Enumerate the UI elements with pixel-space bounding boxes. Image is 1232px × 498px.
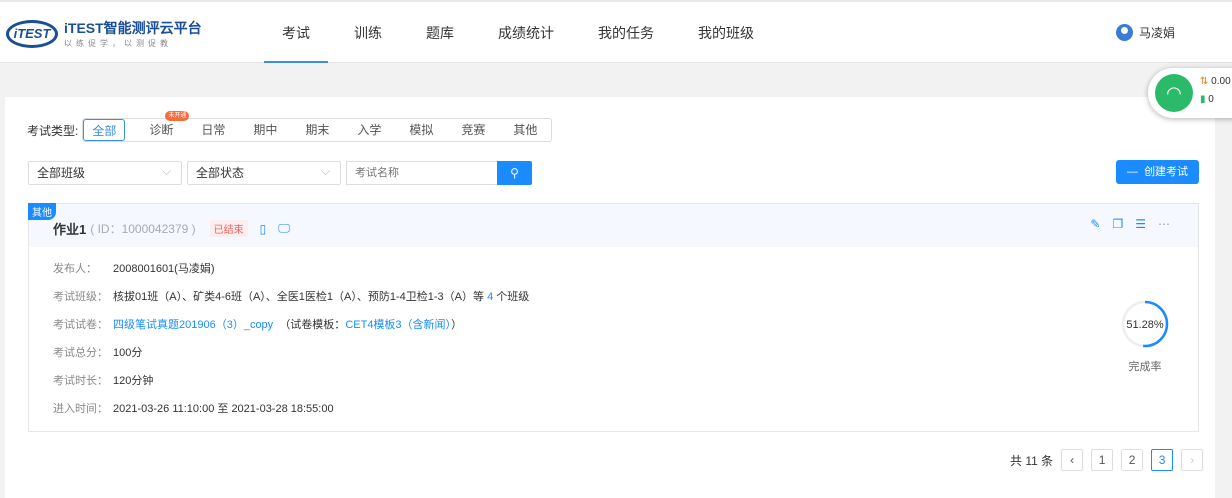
- type-contest[interactable]: 竞赛: [447, 119, 499, 141]
- paper-label: 考试试卷：: [53, 319, 108, 331]
- total-count: 共 11 条: [1010, 453, 1054, 468]
- type-label: 考试类型:: [27, 123, 79, 138]
- desktop-icon: 🖵: [278, 221, 290, 235]
- exam-card: 其他 作业1 ( ID：1000042379 ) 已结束 ▯ 🖵 ✎ ❐ ☰ ⋯…: [28, 203, 1199, 432]
- type-midterm[interactable]: 期中: [239, 119, 291, 141]
- top-header: iTEST iTEST智能测评云平台 以练促学，以测促教 考试 训练 题库 成绩…: [0, 0, 1232, 63]
- nav-training[interactable]: 训练: [336, 2, 400, 63]
- create-exam-label: 创建考试: [1144, 166, 1189, 178]
- time-label: 进入时间：: [53, 403, 108, 415]
- network-speed: 0.00: [1211, 76, 1231, 87]
- exam-name-search-input[interactable]: [346, 161, 497, 185]
- template-prefix: （试卷模板：: [279, 319, 346, 331]
- user-name: 马凌娟: [1139, 26, 1176, 40]
- type-final[interactable]: 期末: [291, 119, 343, 141]
- mobile-icon: ▯: [259, 221, 267, 236]
- time-value: 2021-03-26 11:10:00 至 2021-03-28 18:55:0…: [113, 403, 334, 415]
- status-select[interactable]: 全部状态: [187, 160, 341, 185]
- duration-value: 120分钟: [113, 375, 154, 387]
- network-widget[interactable]: ◠ ⇅ 0.00 ▮ 0: [1148, 68, 1232, 118]
- type-mock[interactable]: 模拟: [395, 119, 447, 141]
- copy-icon[interactable]: ❐: [1112, 217, 1123, 231]
- page-1[interactable]: 1: [1091, 449, 1114, 471]
- completion-percent: 51.28%: [1126, 319, 1164, 331]
- page-3[interactable]: 3: [1151, 449, 1174, 471]
- status-badge: 已结束: [209, 220, 248, 237]
- nav-my-tasks[interactable]: 我的任务: [580, 2, 672, 63]
- nav-exam[interactable]: 考试: [264, 2, 328, 63]
- template-link[interactable]: CET4模板3（含新闻）: [345, 319, 451, 331]
- next-page-button[interactable]: ›: [1181, 449, 1204, 471]
- battery-icon: ▮: [1200, 94, 1206, 105]
- pagination: 共 11 条 ‹ 1 2 3 ›: [1010, 449, 1204, 471]
- network-count: 0: [1208, 94, 1214, 105]
- type-diagnosis-label: 诊断: [149, 123, 174, 137]
- class-label: 考试班级：: [53, 291, 108, 303]
- traffic-icon: ⇅: [1200, 76, 1209, 87]
- completion-label: 完成率: [1128, 361, 1162, 373]
- main-nav: 考试 训练 题库 成绩统计 我的任务 我的班级: [264, 2, 780, 63]
- category-tag: 其他: [28, 203, 56, 220]
- class-suffix: 个班级: [496, 291, 530, 303]
- exam-id: ( ID：1000042379 ): [90, 222, 196, 236]
- page-2[interactable]: 2: [1121, 449, 1144, 471]
- type-daily[interactable]: 日常: [187, 119, 239, 141]
- type-diagnosis[interactable]: 诊断 未开通: [135, 111, 190, 141]
- logo-slogan: 以练促学，以测促教: [64, 39, 172, 48]
- duration-label: 考试时长：: [53, 375, 108, 387]
- type-entrance[interactable]: 入学: [343, 119, 395, 141]
- nav-scores[interactable]: 成绩统计: [480, 2, 572, 63]
- score-value: 100分: [113, 347, 143, 359]
- more-icon[interactable]: ⋯: [1158, 217, 1170, 231]
- content-panel: 考试类型: 全部 诊断 未开通 日常 期中 期末 入学 模拟 竞赛 其他 全部班级…: [5, 97, 1215, 498]
- completion-ring: 51.28%: [1121, 300, 1169, 348]
- type-all[interactable]: 全部: [83, 119, 126, 141]
- template-suffix: ）: [451, 319, 463, 331]
- edit-icon[interactable]: ✎: [1090, 217, 1100, 231]
- exam-title[interactable]: 作业1: [53, 219, 86, 238]
- search-icon: ⚲: [510, 166, 519, 180]
- avatar-icon: [1116, 24, 1133, 41]
- type-other[interactable]: 其他: [499, 119, 551, 141]
- not-enabled-badge: 未开通: [165, 111, 190, 121]
- list-icon[interactable]: ☰: [1135, 217, 1146, 231]
- publisher-label: 发布人：: [53, 263, 97, 275]
- logo-title: iTEST智能测评云平台: [64, 20, 202, 36]
- paper-link[interactable]: 四级笔试真题201906（3）_copy: [113, 319, 273, 331]
- classes-value: 核拔01班（A）、矿类4-6班（A）、全医1医检1（A）、预防1-4卫检1-3（…: [113, 291, 485, 303]
- publisher-value: 2008001601(马凌娟): [113, 263, 215, 275]
- create-exam-button[interactable]: — 创建考试: [1116, 160, 1199, 184]
- class-select[interactable]: 全部班级: [28, 160, 182, 185]
- prev-page-button[interactable]: ‹: [1061, 449, 1084, 471]
- logo-mark: iTEST: [6, 19, 58, 48]
- class-count-link[interactable]: 4: [487, 291, 493, 303]
- nav-question-bank[interactable]: 题库: [408, 2, 472, 63]
- score-label: 考试总分：: [53, 347, 108, 359]
- user-menu[interactable]: 马凌娟: [1116, 24, 1175, 41]
- wifi-icon: ◠: [1155, 74, 1193, 112]
- search-button[interactable]: ⚲: [497, 161, 532, 185]
- nav-my-classes[interactable]: 我的班级: [680, 2, 772, 63]
- exam-type-filter: 考试类型: 全部 诊断 未开通 日常 期中 期末 入学 模拟 竞赛 其他: [27, 111, 553, 142]
- logo[interactable]: iTEST iTEST智能测评云平台 以练促学，以测促教: [6, 18, 202, 49]
